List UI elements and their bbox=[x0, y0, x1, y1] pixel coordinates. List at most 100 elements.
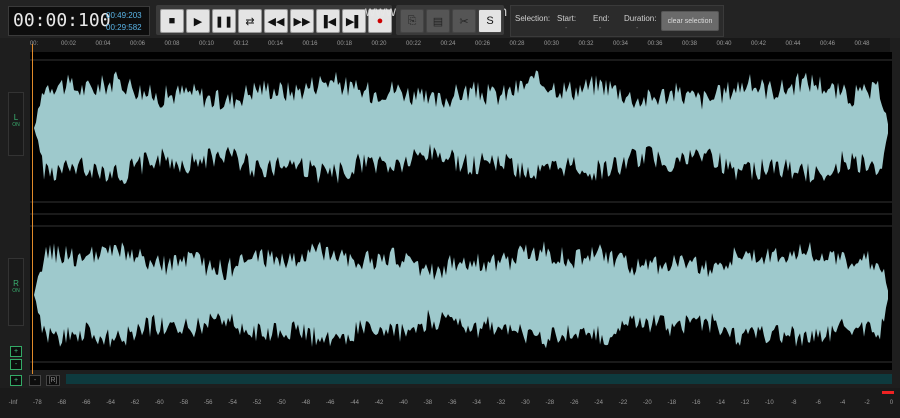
meter-label: -54 bbox=[228, 400, 237, 406]
ruler-label: 00:30 bbox=[543, 41, 560, 47]
rewind-icon: ◀◀ bbox=[267, 15, 285, 28]
play-icon: ▶ bbox=[193, 15, 203, 28]
meter-label: -64 bbox=[106, 400, 115, 406]
cut-icon: ✂ bbox=[459, 15, 469, 28]
skip-end-button[interactable]: ▶▌ bbox=[342, 9, 366, 33]
meter-label: -Inf bbox=[8, 400, 18, 406]
meter-label: -66 bbox=[81, 400, 91, 406]
zoom-out-button[interactable]: - bbox=[10, 359, 22, 370]
ruler-label: 00:20 bbox=[371, 41, 387, 47]
waveform[interactable] bbox=[30, 52, 892, 370]
minus-button[interactable]: - bbox=[29, 375, 41, 386]
waveform-right bbox=[34, 241, 888, 349]
transport-controls: ■ ▶ ❚❚ ⇄ ◀◀ ▶▶ ▐◀ ▶▌ ● bbox=[156, 5, 392, 35]
toolbar: 00:00:100 00:49:203 00:29:582 ■ ▶ ❚❚ ⇄ ◀◀ ▶▶ ▐… bbox=[0, 0, 900, 38]
meter-label: -58 bbox=[179, 400, 189, 406]
meter-label: -44 bbox=[350, 400, 359, 406]
ruler-label: 00:42 bbox=[750, 41, 767, 47]
play-button[interactable]: ▶ bbox=[186, 9, 210, 33]
cut-button[interactable]: ✂ bbox=[452, 9, 476, 33]
copy-icon: ⎘ bbox=[407, 14, 417, 27]
pause-button[interactable]: ❚❚ bbox=[212, 9, 236, 33]
duration-label: Duration: bbox=[624, 14, 657, 23]
pause-icon: ❚❚ bbox=[214, 15, 234, 28]
time-display: 00:00:100 00:49:203 00:29:582 bbox=[8, 6, 150, 36]
ruler-label: 00:48 bbox=[854, 41, 870, 47]
ruler-label: 00:26 bbox=[474, 41, 491, 47]
timeline-ruler[interactable]: 00: 00:02 00:04 00:06 00:08 00:10 00:12 00:14 00… bbox=[30, 38, 890, 52]
selection-label: Selection: bbox=[515, 14, 551, 23]
rewind-button[interactable]: ◀◀ bbox=[264, 9, 288, 33]
channel-right-toggle[interactable]: R ON bbox=[8, 258, 24, 326]
silence-button[interactable]: S bbox=[478, 9, 502, 33]
meter-label: -22 bbox=[618, 400, 628, 406]
ruler-label: 00:06 bbox=[129, 41, 146, 47]
waveform-area[interactable] bbox=[30, 52, 892, 370]
start-label: Start: bbox=[557, 14, 577, 23]
ruler-label: 00:14 bbox=[267, 41, 284, 47]
meter-label: -20 bbox=[643, 400, 652, 406]
duration-value: - bbox=[636, 25, 639, 32]
ruler-label: 00:36 bbox=[647, 41, 663, 47]
channel-left-status: ON bbox=[12, 122, 20, 128]
ruler-label: 00:16 bbox=[302, 41, 318, 47]
ruler-label: 00:32 bbox=[578, 41, 594, 47]
add-button[interactable]: + bbox=[10, 375, 22, 386]
ruler-label: 00:38 bbox=[681, 41, 698, 47]
ruler-label: 00:28 bbox=[509, 41, 525, 47]
copy-button[interactable]: ⎘ bbox=[400, 9, 424, 33]
fast-forward-icon: ▶▶ bbox=[293, 15, 311, 28]
playhead[interactable] bbox=[32, 44, 33, 374]
ruler-label: 00:34 bbox=[612, 41, 629, 47]
waveform-left bbox=[34, 70, 888, 185]
loop-button[interactable]: ⇄ bbox=[238, 9, 262, 33]
meter-label: -28 bbox=[545, 400, 555, 406]
ruler-label: 00:04 bbox=[95, 41, 111, 47]
position-time: 00:49:203 bbox=[106, 11, 142, 20]
meter-label: -40 bbox=[399, 400, 408, 406]
loop-icon: ⇄ bbox=[245, 15, 255, 28]
ruler-label: 00:44 bbox=[785, 41, 801, 47]
meter-label: -46 bbox=[325, 400, 335, 406]
meter-label: -30 bbox=[521, 400, 530, 406]
scroll-bar[interactable] bbox=[66, 374, 892, 384]
ruler-label: 00:18 bbox=[336, 41, 353, 47]
meter-label: -26 bbox=[569, 400, 579, 406]
zoom-in-button[interactable]: + bbox=[10, 346, 22, 357]
meter-label: -52 bbox=[252, 400, 262, 406]
skip-start-icon: ▐◀ bbox=[319, 15, 337, 28]
channel-right-name: R bbox=[13, 279, 19, 288]
skip-start-button[interactable]: ▐◀ bbox=[316, 9, 340, 33]
meter-label: -36 bbox=[447, 400, 457, 406]
paste-button[interactable]: ▤ bbox=[426, 9, 450, 33]
ruler-label: 00:12 bbox=[233, 41, 249, 47]
meter-label: -4 bbox=[839, 400, 846, 406]
silence-icon: S bbox=[486, 15, 494, 27]
meter-label: -32 bbox=[496, 400, 506, 406]
meter-label: -60 bbox=[155, 400, 164, 406]
ruler-label: 00:10 bbox=[198, 41, 215, 47]
selection-panel: Selection: Start: - End: - Duration: - c… bbox=[510, 5, 724, 37]
ruler-label: 00:40 bbox=[716, 41, 732, 47]
meter-label: -6 bbox=[815, 400, 821, 406]
range-button[interactable]: [R] bbox=[46, 375, 60, 386]
skip-end-icon: ▶▌ bbox=[345, 15, 363, 28]
meter-label: -34 bbox=[472, 400, 481, 406]
ruler-label: 00:24 bbox=[440, 41, 456, 47]
meter-label: -42 bbox=[374, 400, 384, 406]
end-value: - bbox=[599, 25, 602, 32]
meter-label: -12 bbox=[740, 400, 750, 406]
meter-label: -16 bbox=[691, 400, 701, 406]
meter-label: -68 bbox=[57, 400, 67, 406]
fast-forward-button[interactable]: ▶▶ bbox=[290, 9, 314, 33]
clip-indicator bbox=[882, 391, 894, 394]
edit-controls: ⎘ ▤ ✂ S bbox=[396, 5, 504, 35]
meter-label: -78 bbox=[33, 400, 42, 406]
channel-left-toggle[interactable]: L ON bbox=[8, 92, 24, 156]
clear-selection-button[interactable]: clear selection bbox=[661, 11, 719, 31]
meter-label: -14 bbox=[716, 400, 725, 406]
level-meter: -Inf -78 -68 -66 -64 -62 -60 -58 -56 -54 -52 -50 -48… bbox=[0, 388, 900, 418]
meter-label: -48 bbox=[301, 400, 311, 406]
stop-button[interactable]: ■ bbox=[160, 9, 184, 33]
current-time: 00:00:100 bbox=[13, 10, 111, 31]
